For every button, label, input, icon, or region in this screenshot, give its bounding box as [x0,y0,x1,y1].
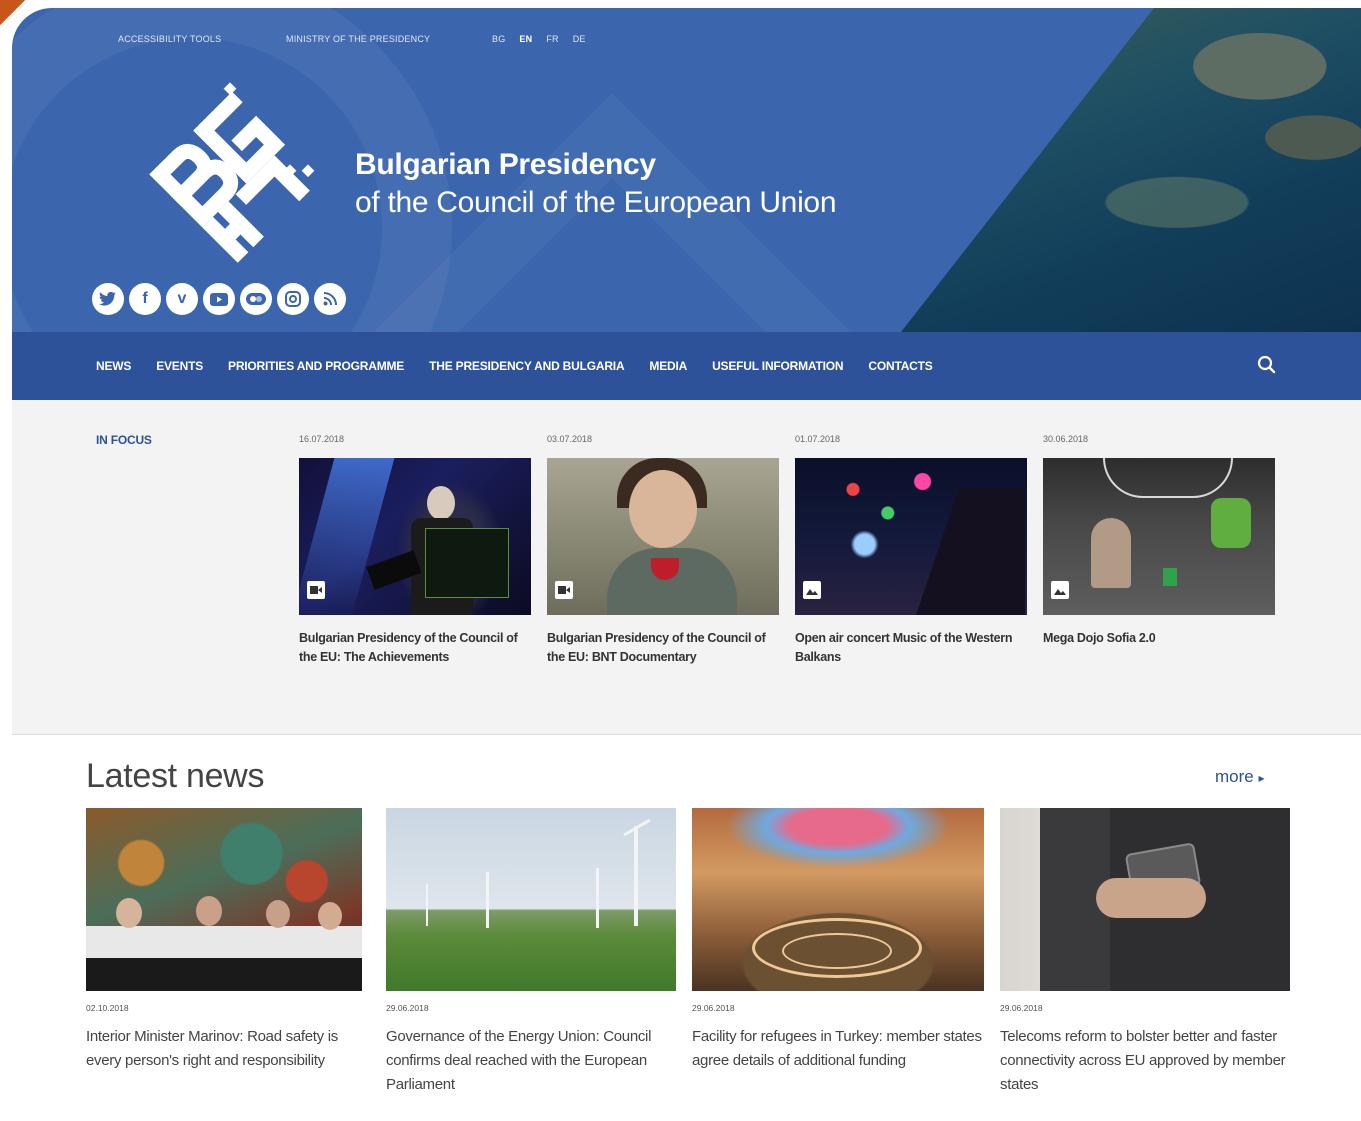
nav-item-media[interactable]: MEDIA [649,359,687,373]
language-switcher: BG EN FR DE [492,34,586,44]
instagram-icon[interactable] [277,283,309,315]
news-title[interactable]: Interior Minister Marinov: Road safety i… [86,1025,362,1073]
bg-presidency-logo[interactable] [130,78,330,268]
more-label: more [1215,767,1254,786]
news-title[interactable]: Telecoms reform to bolster better and fa… [1000,1025,1290,1097]
focus-title[interactable]: Open air concert Music of the Western Ba… [795,629,1027,667]
header-coast-image [901,8,1361,332]
in-focus-section: IN FOCUS 16.07.2018 Bulgarian Presidency… [12,400,1361,735]
focus-thumbnail[interactable] [1043,458,1275,615]
news-date: 29.06.2018 [386,1003,429,1013]
rss-icon[interactable] [314,283,346,315]
news-card[interactable]: 29.06.2018 Telecoms reform to bolster be… [1000,808,1290,1097]
focus-date: 03.07.2018 [547,434,593,444]
nav-item-contacts[interactable]: CONTACTS [868,359,932,373]
nav-item-events[interactable]: EVENTS [156,359,203,373]
video-icon [307,581,325,599]
news-date: 02.10.2018 [86,1003,129,1013]
focus-title[interactable]: Mega Dojo Sofia 2.0 [1043,629,1275,648]
top-links: ACCESSIBILITY TOOLS MINISTRY OF THE PRES… [118,34,586,44]
lang-de[interactable]: DE [573,34,586,44]
more-link[interactable]: more ▸ [1215,767,1265,787]
photo-icon [1051,581,1069,599]
main-nav: NEWS EVENTS PRIORITIES AND PROGRAMME THE… [12,332,1361,400]
news-thumbnail[interactable] [386,808,676,991]
focus-date: 30.06.2018 [1043,434,1089,444]
focus-card[interactable]: 30.06.2018 Mega Dojo Sofia 2.0 [1043,434,1275,648]
latest-news-heading: Latest news [86,757,265,795]
news-thumbnail[interactable] [86,808,362,991]
lang-en[interactable]: EN [519,34,532,44]
news-card[interactable]: 02.10.2018 Interior Minister Marinov: Ro… [86,808,362,1073]
twitter-icon[interactable] [92,283,124,315]
vimeo-icon[interactable]: v [166,283,198,315]
news-title[interactable]: Governance of the Energy Union: Council … [386,1025,676,1097]
focus-thumbnail[interactable] [299,458,531,615]
flickr-icon[interactable] [240,283,272,315]
nav-item-priorities[interactable]: PRIORITIES AND PROGRAMME [228,359,404,373]
lang-fr[interactable]: FR [546,34,558,44]
focus-thumbnail[interactable] [795,458,1027,615]
site-subtitle: of the Council of the European Union [355,186,837,219]
news-thumbnail[interactable] [692,808,984,991]
news-card[interactable]: 29.06.2018 Governance of the Energy Unio… [386,808,676,1097]
youtube-icon[interactable] [203,283,235,315]
news-card[interactable]: 29.06.2018 Facility for refugees in Turk… [692,808,984,1073]
nav-item-useful-information[interactable]: USEFUL INFORMATION [712,359,843,373]
focus-date: 16.07.2018 [299,434,345,444]
facebook-icon[interactable]: f [129,283,161,315]
news-date: 29.06.2018 [692,1003,735,1013]
site-header: ACCESSIBILITY TOOLS MINISTRY OF THE PRES… [12,8,1361,332]
accessibility-tools-link[interactable]: ACCESSIBILITY TOOLS [118,34,286,44]
search-icon[interactable] [1256,354,1278,376]
news-thumbnail[interactable] [1000,808,1290,991]
nav-item-presidency-bulgaria[interactable]: THE PRESIDENCY AND BULGARIA [429,359,624,373]
in-focus-label: IN FOCUS [96,433,152,447]
corner-accent [0,0,60,60]
focus-card[interactable]: 01.07.2018 Open air concert Music of the… [795,434,1027,667]
ministry-link[interactable]: MINISTRY OF THE PRESIDENCY [286,34,492,44]
photo-icon [803,581,821,599]
focus-card[interactable]: 16.07.2018 Bulgarian Presidency of the C… [299,434,531,667]
nav-item-news[interactable]: NEWS [96,359,131,373]
social-links: f v [92,283,346,315]
news-date: 29.06.2018 [1000,1003,1043,1013]
lang-bg[interactable]: BG [492,34,505,44]
focus-card[interactable]: 03.07.2018 Bulgarian Presidency of the C… [547,434,779,667]
video-icon [555,581,573,599]
news-title[interactable]: Facility for refugees in Turkey: member … [692,1025,984,1073]
focus-date: 01.07.2018 [795,434,841,444]
focus-title[interactable]: Bulgarian Presidency of the Council of t… [299,629,531,667]
site-title: Bulgarian Presidency [355,148,656,181]
focus-title[interactable]: Bulgarian Presidency of the Council of t… [547,629,779,667]
focus-thumbnail[interactable] [547,458,779,615]
chevron-right-icon: ▸ [1258,771,1265,785]
